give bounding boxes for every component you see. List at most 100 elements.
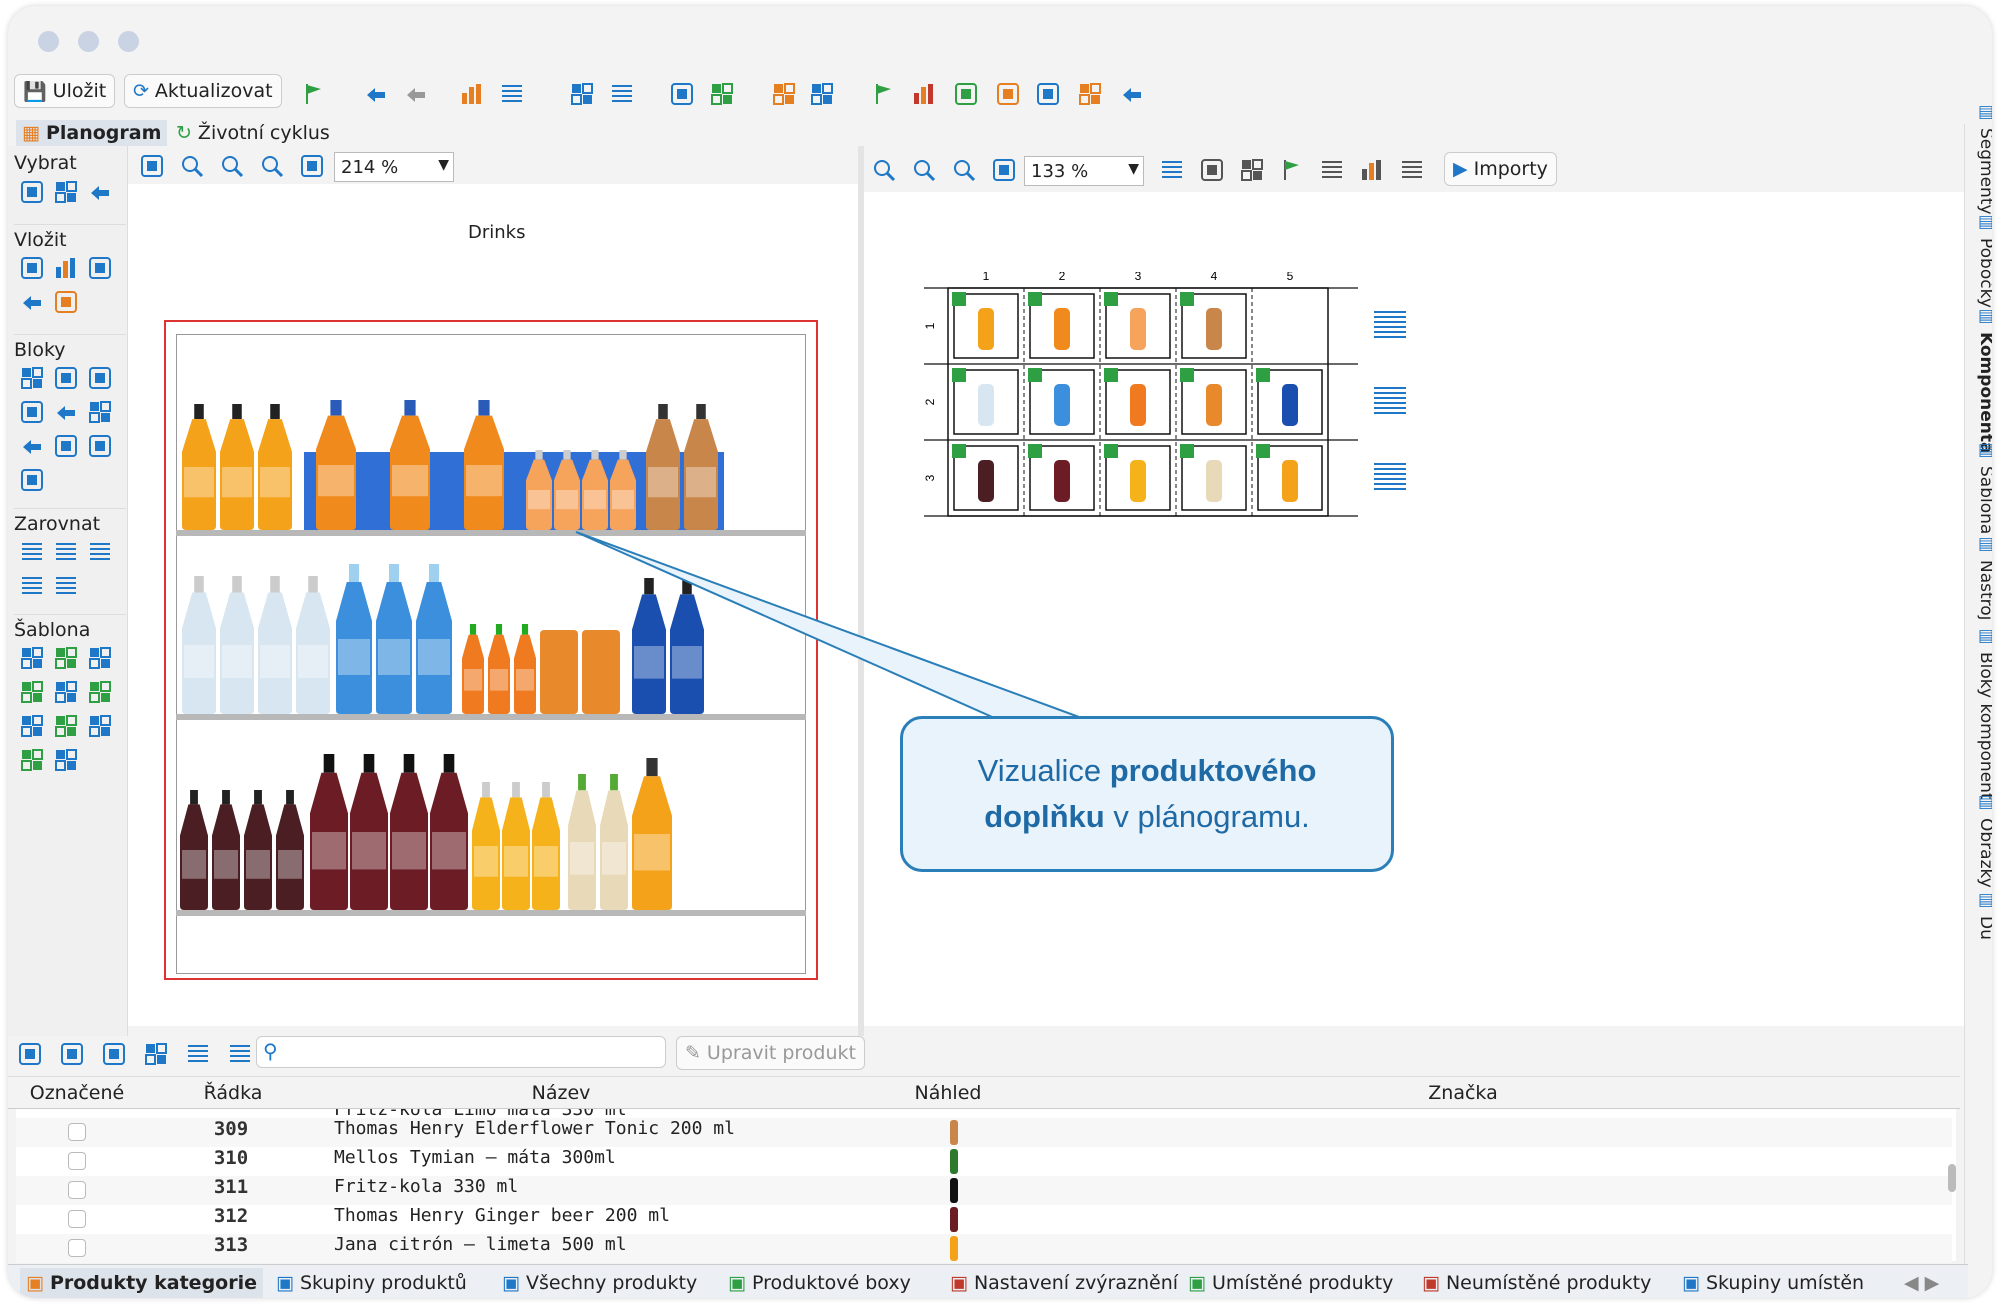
tab-planogram[interactable]: ▦ Planogram: [16, 120, 168, 146]
pin-icon[interactable]: [870, 80, 898, 108]
left-zoom-select[interactable]: 214 % ▼: [334, 152, 454, 182]
bottom-tab-7[interactable]: ▣ Skupiny umístěn: [1682, 1268, 1864, 1298]
row-checkbox[interactable]: [68, 1239, 86, 1257]
bottom-tab-5[interactable]: ▣ Umístěné produkty: [1188, 1268, 1393, 1298]
3d-view-icon[interactable]: [1238, 156, 1266, 184]
block-tool-9-icon[interactable]: [86, 432, 114, 460]
split-icon[interactable]: [708, 80, 736, 108]
table-row[interactable]: 311 Fritz-kola 330 ml: [16, 1176, 1952, 1205]
tab-scroll-arrows[interactable]: ◀ ▶: [1904, 1268, 1939, 1298]
bottom-tab-2[interactable]: ▣ Všechny produkty: [502, 1268, 697, 1298]
sum-icon[interactable]: [184, 1040, 212, 1068]
insert-text-icon[interactable]: [52, 288, 80, 316]
add-flag-icon[interactable]: [300, 80, 328, 108]
undo-icon[interactable]: [362, 80, 390, 108]
right-zoom-select[interactable]: 133 % ▼: [1024, 156, 1144, 186]
col-name[interactable]: Název: [324, 1078, 798, 1108]
template-10-icon[interactable]: [18, 746, 46, 774]
check-all-icon[interactable]: [16, 1040, 44, 1068]
block-tool-7-icon[interactable]: [18, 432, 46, 460]
window-zoom-dot[interactable]: [118, 31, 139, 52]
sidetab-3[interactable]: ▤ Šablona: [1976, 440, 1992, 534]
template-8-icon[interactable]: [52, 712, 80, 740]
template-4-icon[interactable]: [18, 678, 46, 706]
pattern-icon[interactable]: [808, 80, 836, 108]
table-scrollbar[interactable]: [1948, 1164, 1956, 1192]
image-export-icon[interactable]: [1034, 80, 1062, 108]
fit-screen-icon[interactable]: [298, 152, 326, 180]
tab-lifecycle[interactable]: ↻ Životní cyklus: [170, 120, 336, 146]
col-marked[interactable]: Označené: [22, 1078, 132, 1108]
zoom-reset-icon[interactable]: [258, 152, 286, 180]
grid-canvas[interactable]: 1 2 3 4 5 1 2 3: [864, 192, 1964, 1026]
template-7-icon[interactable]: [18, 712, 46, 740]
zoom-reset-icon[interactable]: [950, 156, 978, 184]
layout-icon[interactable]: [668, 80, 696, 108]
block-tool-3-icon[interactable]: [86, 364, 114, 392]
excel-export-icon[interactable]: [952, 80, 980, 108]
planogram-canvas[interactable]: Drinks: [128, 184, 858, 1026]
bottom-tab-0[interactable]: ▣ Produkty kategorie: [20, 1268, 263, 1298]
sidetab-7[interactable]: ▤ Du: [1976, 890, 1992, 940]
select-pointer-icon[interactable]: [86, 178, 114, 206]
select-icon[interactable]: [18, 178, 46, 206]
table-row[interactable]: 313 Jana citrón – limeta 500 ml: [16, 1234, 1952, 1263]
col-brand[interactable]: Značka: [1098, 1078, 1828, 1108]
align-5-icon[interactable]: [52, 572, 80, 600]
list-icon[interactable]: [498, 80, 526, 108]
window-minimize-dot[interactable]: [78, 31, 99, 52]
template-2-icon[interactable]: [52, 644, 80, 672]
insert-frame-icon[interactable]: [86, 254, 114, 282]
block-tool-6-icon[interactable]: [86, 398, 114, 426]
block-tool-8-icon[interactable]: [52, 432, 80, 460]
duplicate-icon[interactable]: [100, 1040, 128, 1068]
imports-button[interactable]: ▶ Importy: [1444, 152, 1557, 186]
fit-screen-icon[interactable]: [990, 156, 1018, 184]
align-3-icon[interactable]: [86, 538, 114, 566]
bottom-tab-6[interactable]: ▣ Neumístěné produkty: [1422, 1268, 1651, 1298]
sync-icon[interactable]: [1198, 156, 1226, 184]
width-icon[interactable]: [608, 80, 636, 108]
col-preview[interactable]: Náhled: [798, 1078, 1098, 1108]
table-row[interactable]: 310 Mellos Tymian – máta 300ml: [16, 1147, 1952, 1176]
table-row[interactable]: 309 Thomas Henry Elderflower Tonic 200 m…: [16, 1118, 1952, 1147]
barcode-icon[interactable]: [1398, 156, 1426, 184]
row-checkbox[interactable]: [68, 1152, 86, 1170]
columns-icon[interactable]: [568, 80, 596, 108]
select-area-icon[interactable]: [52, 178, 80, 206]
block-tool-1-icon[interactable]: [18, 364, 46, 392]
sidetab-0[interactable]: ▤ Segmenty: [1976, 102, 1992, 215]
block-tool-10-icon[interactable]: [18, 466, 46, 494]
zoom-in-icon[interactable]: [870, 156, 898, 184]
window-close-dot[interactable]: [38, 31, 59, 52]
compare-icon[interactable]: [770, 80, 798, 108]
template-6-icon[interactable]: [86, 678, 114, 706]
bottom-tab-3[interactable]: ▣ Produktové boxy: [728, 1268, 911, 1298]
sidetab-1[interactable]: ▤ Pobočky: [1976, 212, 1992, 308]
search-input[interactable]: ⚲: [256, 1036, 666, 1068]
table-settings-icon[interactable]: [142, 1040, 170, 1068]
table-row[interactable]: 312 Thomas Henry Ginger beer 200 ml: [16, 1205, 1952, 1234]
align-4-icon[interactable]: [18, 572, 46, 600]
sort-icon[interactable]: [458, 80, 486, 108]
insert-move-icon[interactable]: [18, 288, 46, 316]
bottom-tab-4[interactable]: ▣ Nastavení zvýraznění: [950, 1268, 1178, 1298]
stats-icon[interactable]: [1358, 156, 1386, 184]
template-5-icon[interactable]: [52, 678, 80, 706]
zoom-out-icon[interactable]: [910, 156, 938, 184]
grid-export-icon[interactable]: [1076, 80, 1104, 108]
chart-icon[interactable]: [910, 80, 938, 108]
template-1-icon[interactable]: [18, 644, 46, 672]
save-button[interactable]: 💾 Uložit: [14, 74, 116, 108]
sidetab-6[interactable]: ▤ Obrázky: [1976, 792, 1992, 888]
bottom-tab-1[interactable]: ▣ Skupiny produktů: [276, 1268, 467, 1298]
svg-export-icon[interactable]: [994, 80, 1022, 108]
more-icon[interactable]: [226, 1040, 254, 1068]
block-tool-4-icon[interactable]: [18, 398, 46, 426]
tree-view-icon[interactable]: [1158, 156, 1186, 184]
copy-icon[interactable]: [58, 1040, 86, 1068]
row-checkbox[interactable]: [68, 1123, 86, 1141]
pin-icon[interactable]: [1278, 156, 1306, 184]
edit-product-button[interactable]: ✎ Upravit produkt: [676, 1036, 865, 1070]
row-checkbox[interactable]: [68, 1181, 86, 1199]
